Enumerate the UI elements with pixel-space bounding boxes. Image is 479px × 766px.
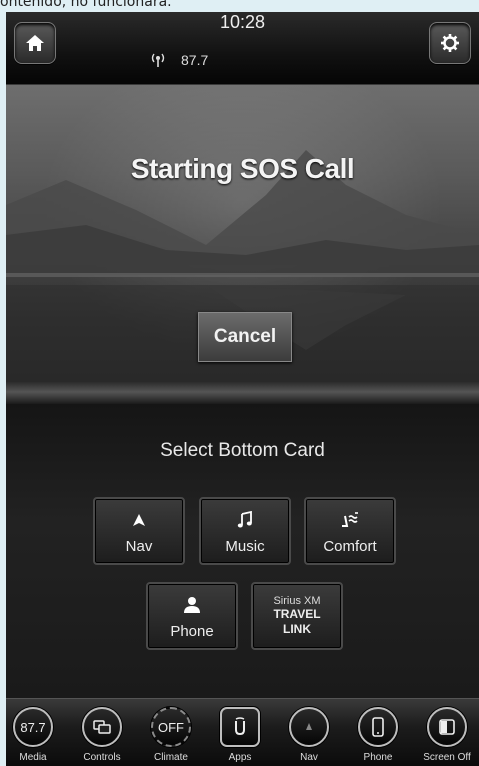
comfort-seat-icon bbox=[342, 511, 358, 527]
dock-phone[interactable]: Phone bbox=[346, 707, 410, 763]
radio-status: 87.7 bbox=[149, 52, 208, 68]
travel-label: TRAVEL bbox=[273, 607, 321, 621]
panel-divider bbox=[6, 382, 479, 404]
compass-icon bbox=[289, 707, 329, 747]
card-siriusxm-travel-link[interactable]: Sirius XM TRAVEL LINK bbox=[251, 582, 343, 650]
cards-title: Select Bottom Card bbox=[160, 440, 325, 461]
card-label: Music bbox=[225, 537, 265, 555]
dock-apps[interactable]: Apps bbox=[208, 707, 272, 763]
apps-icon bbox=[220, 707, 260, 747]
dock-screen-off[interactable]: Screen Off bbox=[415, 707, 479, 763]
radio-station: 87.7 bbox=[181, 52, 209, 68]
controls-icon bbox=[82, 707, 122, 747]
sos-call-panel: Starting SOS Call Cancel bbox=[6, 85, 479, 382]
cancel-button[interactable]: Cancel bbox=[198, 312, 292, 362]
page-caption: ontenido, no funcionará. bbox=[0, 0, 172, 10]
dock-label: Screen Off bbox=[423, 752, 471, 763]
head-unit-screen: 10:28 87.7 Starting SOS Call Cancel Sele… bbox=[6, 12, 479, 766]
dock-label: Climate bbox=[154, 752, 188, 763]
person-icon bbox=[184, 596, 200, 613]
media-icon: 87.7 bbox=[13, 707, 53, 747]
link-label: LINK bbox=[283, 622, 311, 636]
card-nav[interactable]: Nav bbox=[93, 497, 185, 565]
dock-media[interactable]: 87.7 Media bbox=[6, 707, 65, 763]
screen-off-icon bbox=[427, 707, 467, 747]
bottom-dock: 87.7 Media Controls OFF Climate Apps Nav… bbox=[6, 698, 479, 766]
dock-nav[interactable]: Nav bbox=[277, 707, 341, 763]
phone-icon bbox=[358, 707, 398, 747]
home-icon bbox=[26, 35, 44, 51]
card-label: Nav bbox=[125, 537, 153, 555]
bottom-card-selector: Select Bottom Card Nav Music Comfort Pho… bbox=[6, 404, 479, 698]
card-label: Comfort bbox=[323, 537, 377, 555]
dock-label: Media bbox=[19, 752, 47, 763]
dock-controls[interactable]: Controls bbox=[70, 707, 134, 763]
music-note-icon bbox=[237, 510, 252, 527]
siriusxm-label: Sirius XM bbox=[273, 595, 321, 607]
nav-arrow-icon bbox=[133, 513, 145, 526]
sos-call-title: Starting SOS Call bbox=[130, 153, 355, 184]
card-phone[interactable]: Phone bbox=[146, 582, 238, 650]
dock-label: Controls bbox=[83, 752, 121, 763]
clock: 10:28 bbox=[219, 12, 266, 32]
gear-icon bbox=[441, 34, 459, 52]
dock-climate[interactable]: OFF Climate bbox=[139, 707, 203, 763]
status-bar: 10:28 87.7 bbox=[6, 12, 479, 85]
radio-signal-icon bbox=[151, 53, 165, 67]
card-comfort[interactable]: Comfort bbox=[304, 497, 396, 565]
card-label: Phone bbox=[170, 622, 214, 640]
settings-button[interactable] bbox=[429, 22, 471, 64]
dock-label: Apps bbox=[228, 752, 252, 763]
dock-label: Nav bbox=[300, 752, 318, 763]
climate-icon: OFF bbox=[151, 707, 191, 747]
dock-label: Phone bbox=[363, 752, 393, 763]
card-music[interactable]: Music bbox=[199, 497, 291, 565]
